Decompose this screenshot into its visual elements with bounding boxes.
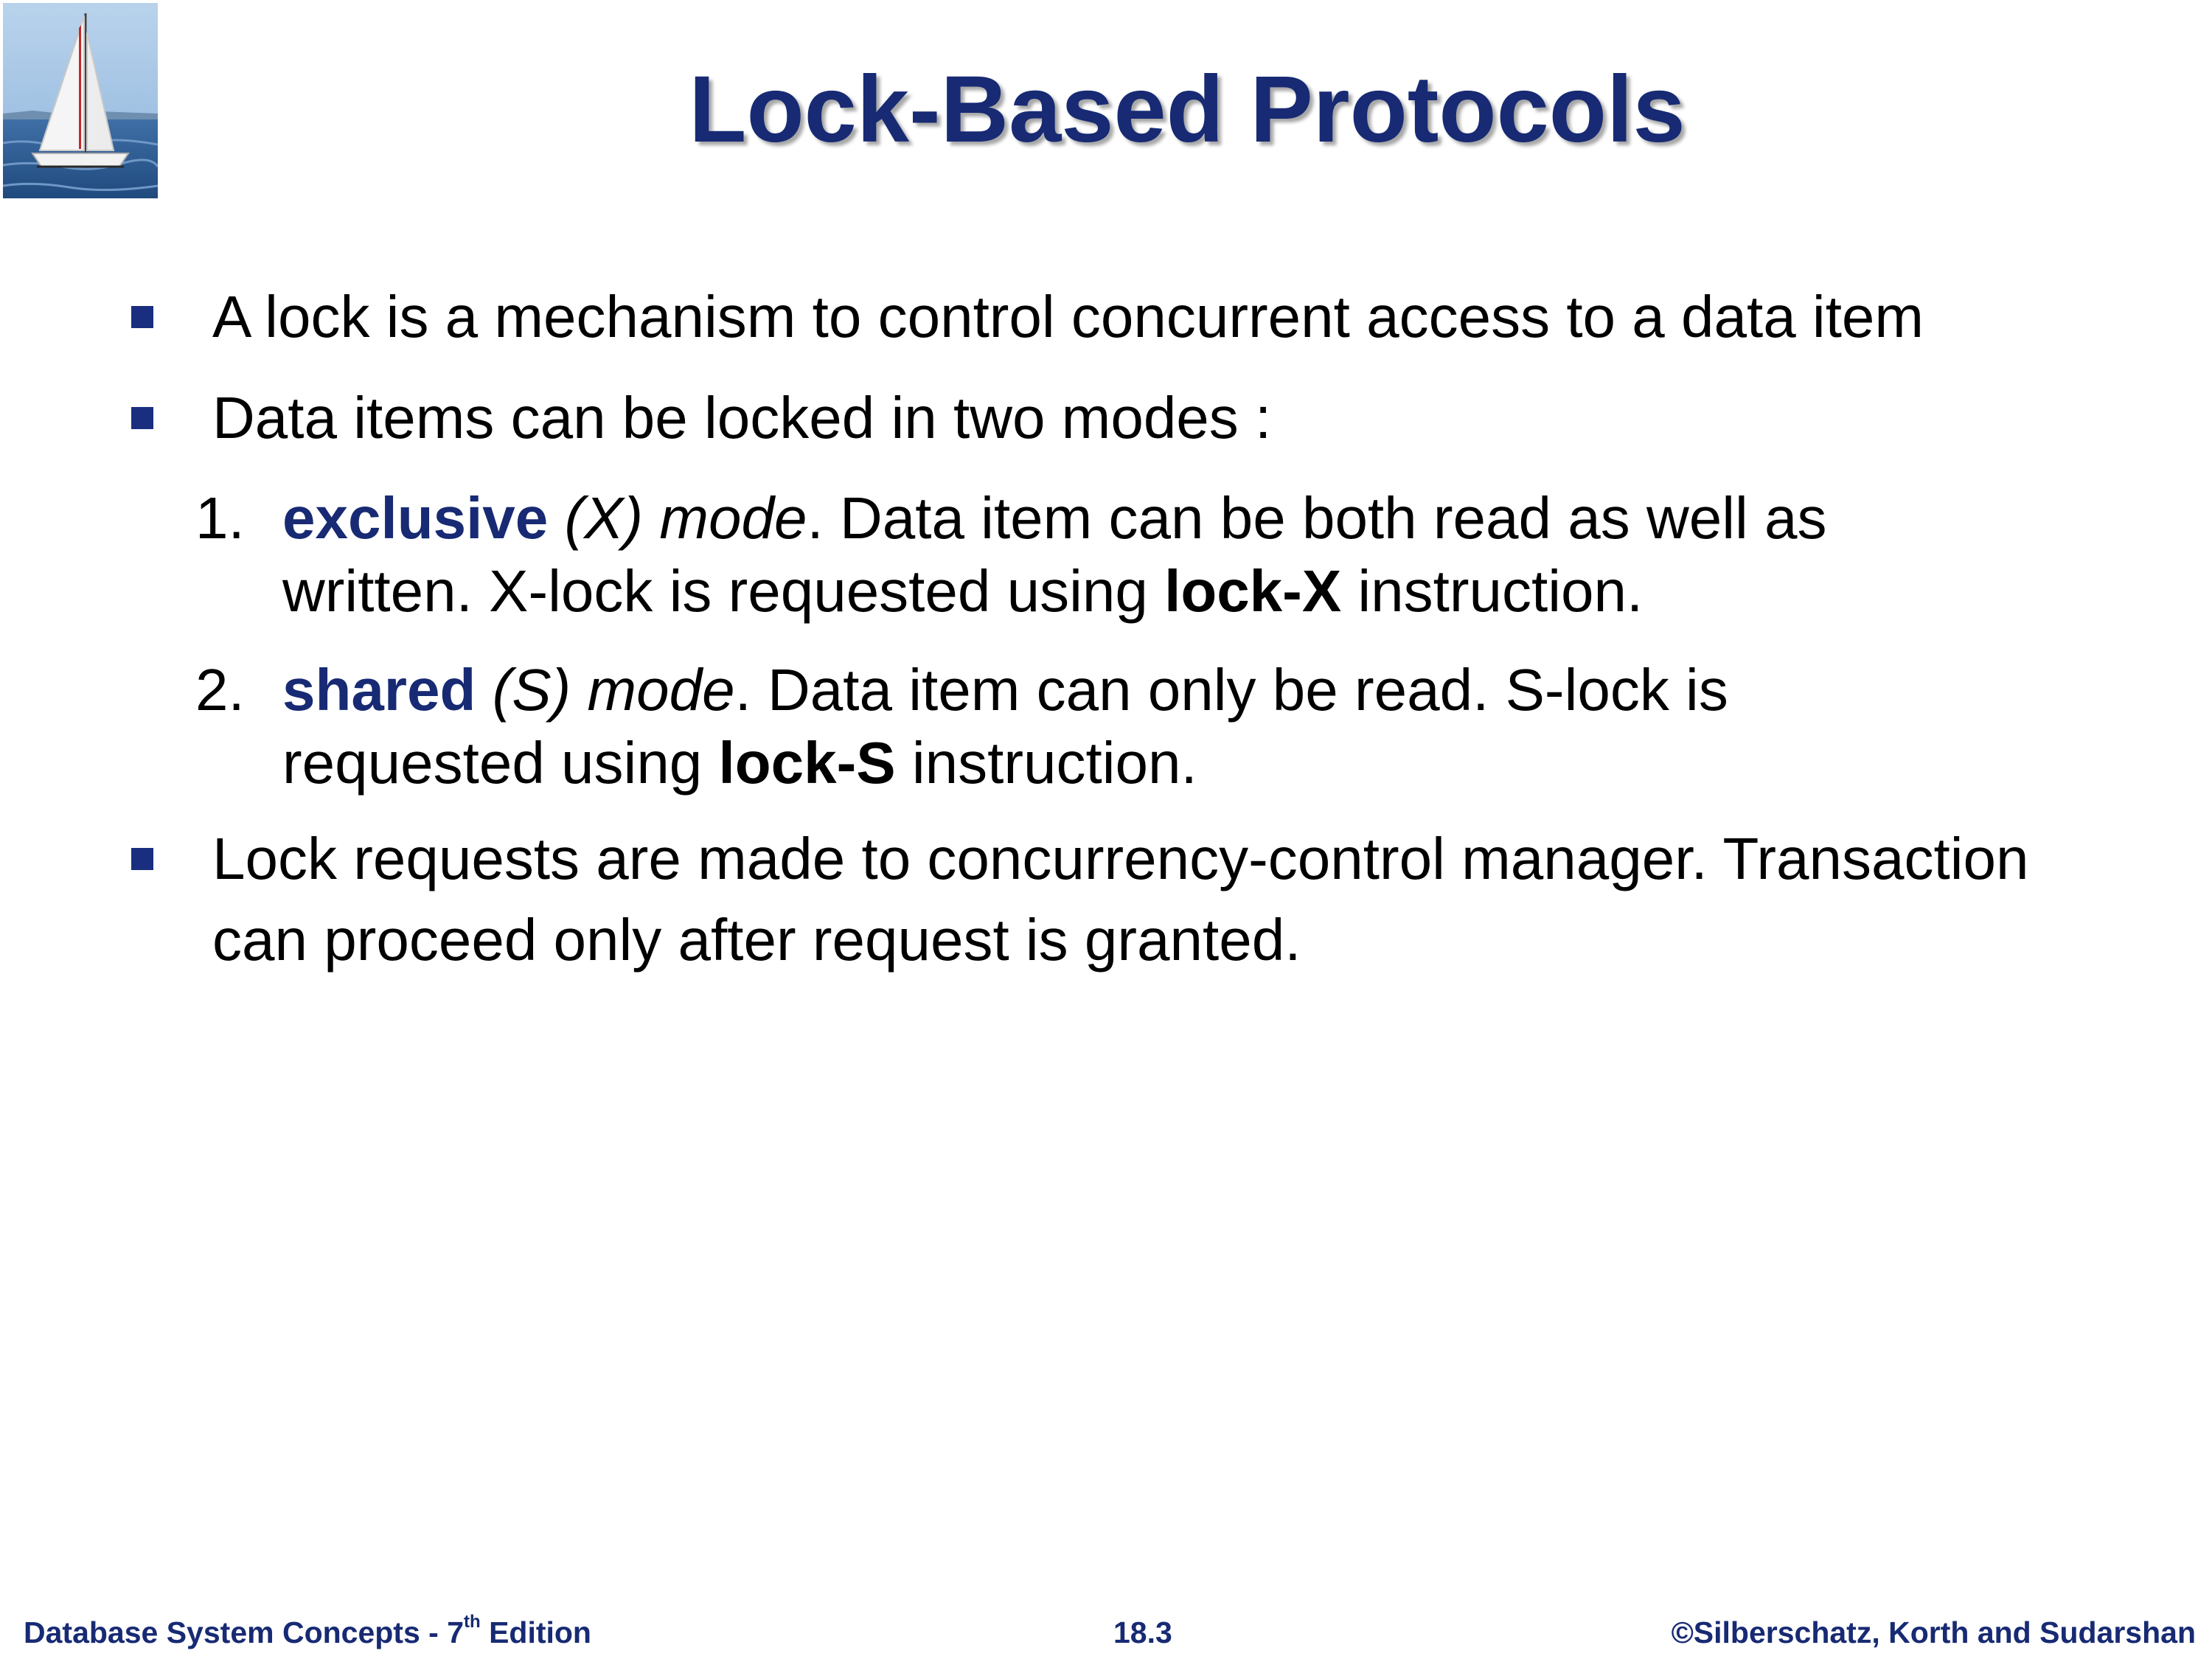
instruction-name: lock-X <box>1164 558 1342 624</box>
mode-notation: (S) mode <box>492 657 735 723</box>
mode-keyword: exclusive <box>282 485 549 551</box>
bullet-text: Data items can be locked in two modes : <box>212 385 1272 451</box>
mode-description: . Data item can be both read as well as <box>807 485 1827 551</box>
mode-description: requested using <box>282 730 719 796</box>
bullet-text: A lock is a mechanism to control concurr… <box>212 284 1924 349</box>
footer-book-suffix: Edition <box>480 1615 591 1649</box>
footer-book-title: Database System Concepts - 7th Edition <box>24 1610 591 1655</box>
list-number: 2. <box>195 653 245 727</box>
bullet-marker <box>131 306 153 328</box>
footer-book-prefix: Database System Concepts - 7 <box>24 1615 465 1649</box>
mode-notation: (X) mode <box>564 485 807 551</box>
slide-body: A lock is a mechanism to control concurr… <box>0 0 2212 1548</box>
mode-description: instruction. <box>1341 558 1644 624</box>
mode-description: instruction. <box>895 730 1197 796</box>
mode-keyword: shared <box>282 657 476 723</box>
bullet-marker <box>131 407 153 429</box>
bullet-text-continued: can proceed only after request is grante… <box>212 907 1301 973</box>
mode-description: written. X-lock is requested using <box>282 558 1165 624</box>
mode-number: 2. <box>195 657 245 723</box>
footer-copyright: ©Silberschatz, Korth and Sudarshan <box>1671 1615 2196 1649</box>
list-number: 1. <box>195 481 245 555</box>
mode-line: shared (S) mode. Data item can only be r… <box>282 653 1728 727</box>
bullet-text: Lock requests are made to concurrency-co… <box>212 826 2029 891</box>
mode-number: 1. <box>195 485 245 551</box>
footer-page-number: 18.3 <box>1113 1615 1172 1649</box>
mode-line: written. X-lock is requested using lock-… <box>282 554 1643 628</box>
mode-line: exclusive (X) mode. Data item can be bot… <box>282 481 1826 555</box>
mode-line: requested using lock-S instruction. <box>282 726 1197 800</box>
mode-description: . Data item can only be read. S-lock is <box>734 657 1728 723</box>
footer-book-sup: th <box>464 1612 481 1632</box>
instruction-name: lock-S <box>718 730 896 796</box>
bullet-marker <box>131 848 153 870</box>
